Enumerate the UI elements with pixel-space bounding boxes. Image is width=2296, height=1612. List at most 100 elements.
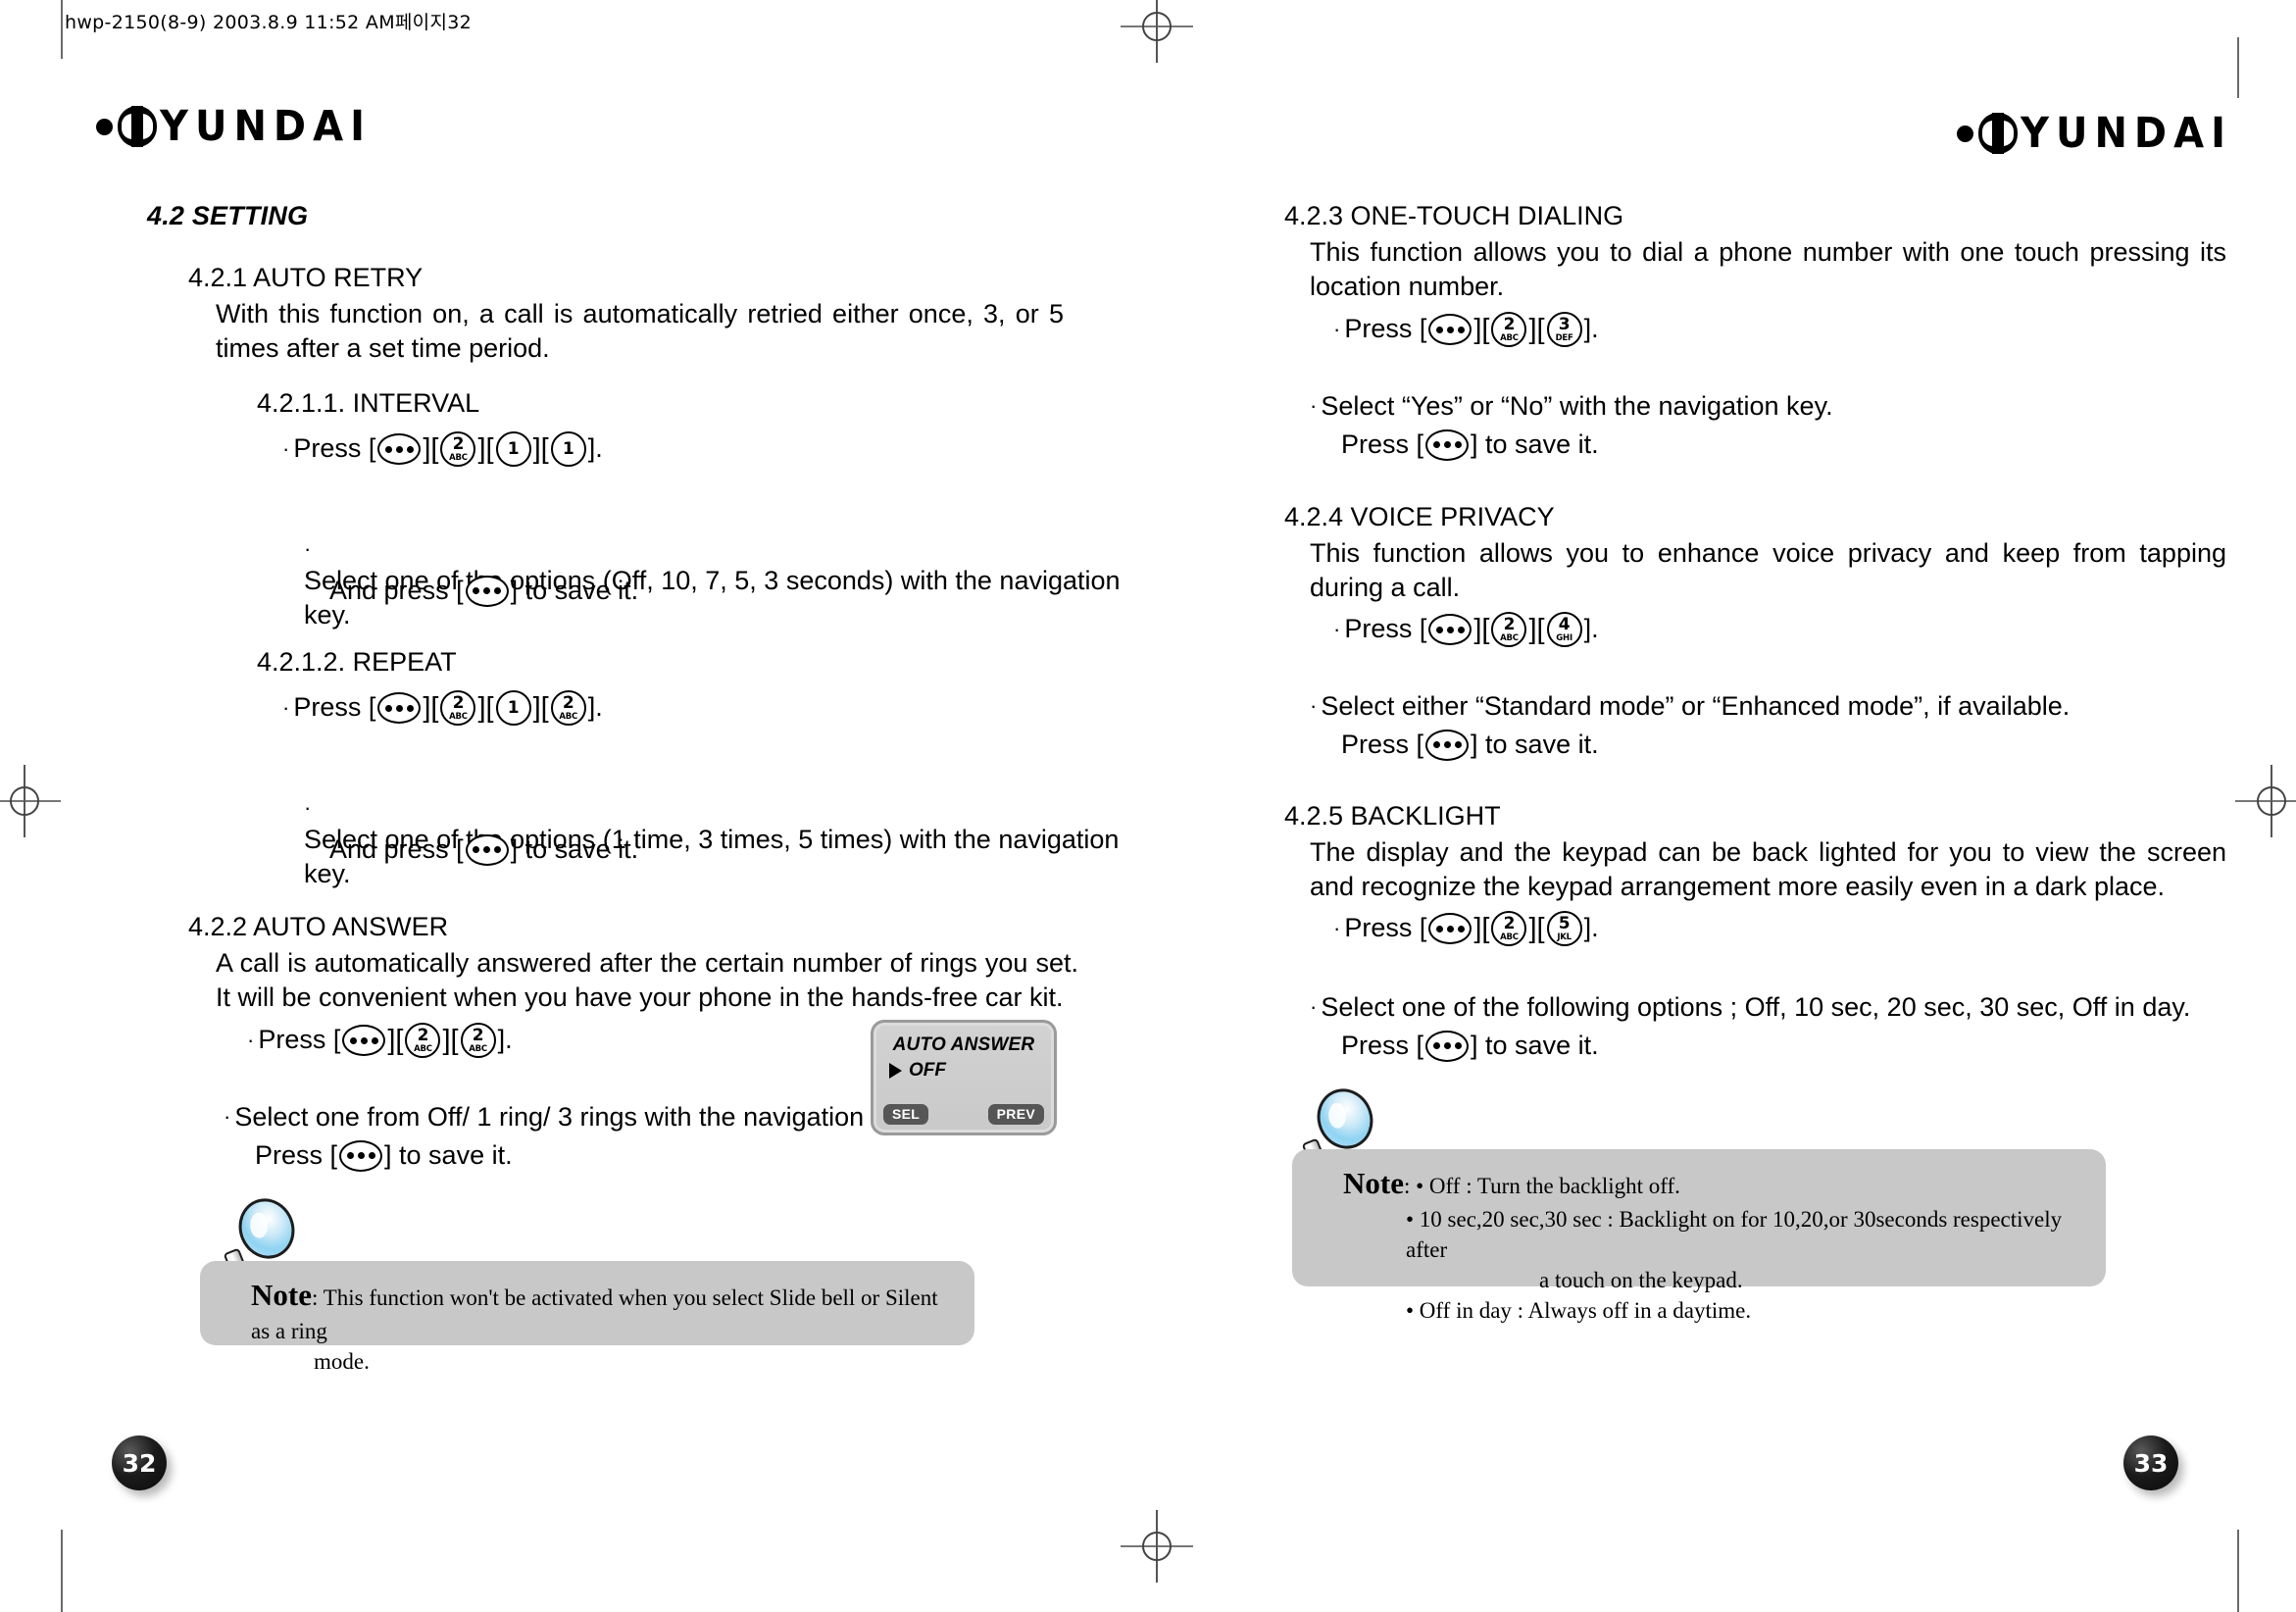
registration-mark-top (1121, 0, 1193, 63)
hyundai-h-emblem-icon (118, 106, 157, 147)
bracket: ][ (1473, 313, 1490, 345)
bullet-dot: · (304, 795, 312, 820)
key-menu-icon (339, 1139, 383, 1172)
key-menu-icon (1428, 614, 1472, 645)
key-menu-icon (1428, 913, 1472, 944)
key-2-icon: 2 ABC (1491, 911, 1527, 946)
lcd-display-auto-answer: AUTO ANSWER OFF SEL PREV (871, 1020, 1057, 1135)
note-box-right: Note: • Off : Turn the backlight off. • … (1292, 1149, 2106, 1323)
logo-dot-icon (96, 118, 113, 135)
select-text: Select “Yes” or “No” with the navigation… (1321, 391, 1833, 421)
softkey-sel[interactable]: SEL (883, 1104, 929, 1125)
step-save-voice-privacy: Press [ ] to save it. (1341, 728, 1599, 762)
note-content: Note: This function won't be activated w… (200, 1261, 974, 1390)
press-label: Press [ (1344, 614, 1427, 644)
select-text: Select either “Standard mode” or “Enhanc… (1321, 691, 2071, 721)
trim-mark-bottom-right (2237, 1530, 2239, 1612)
bullet-dot: · (224, 1104, 231, 1130)
key-1-icon: 1 (495, 431, 531, 467)
note-line-3: a touch on the keypad. (1539, 1267, 1743, 1292)
subheading-interval: 4.2.1.1. INTERVAL (257, 388, 480, 418)
note-box-left: Note: This function won't be activated w… (200, 1261, 974, 1374)
press-suffix: ]. (1583, 614, 1599, 644)
step-save-auto-answer: Press [ ] to save it. (255, 1138, 513, 1173)
softkey-prev[interactable]: PREV (987, 1104, 1044, 1125)
bracket: ][ (442, 1024, 459, 1056)
bullet-dot: · (247, 1027, 255, 1052)
heading-auto-retry: 4.2.1 AUTO RETRY (188, 263, 424, 292)
bullet-dot: · (1310, 393, 1318, 419)
note-line-1: • Off : Turn the backlight off. (1416, 1174, 1680, 1198)
key-5-icon: 5 JKL (1546, 911, 1582, 946)
bracket: ][ (477, 432, 494, 465)
bracket: ][ (1473, 613, 1490, 645)
press-label: Press [ (293, 692, 376, 723)
key-menu-icon (377, 433, 422, 465)
key-menu-icon (377, 692, 422, 724)
lcd-value: OFF (909, 1060, 946, 1081)
key-1-icon: 1 (550, 431, 586, 467)
trim-mark-bottom-left (61, 1530, 63, 1612)
press-label: Press [ (1344, 913, 1427, 943)
note-label: Note (251, 1278, 312, 1312)
step-save-one-touch: Press [ ] to save it. (1341, 428, 1599, 462)
note-colon: : (311, 1285, 319, 1310)
key-2-icon: 2 ABC (440, 690, 476, 726)
step-select-one-touch: · Select “Yes” or “No” with the navigati… (1310, 389, 1833, 424)
logo-wordmark: YUNDAI (2021, 109, 2232, 158)
select-text: Select one of the following options ; Of… (1321, 992, 2191, 1022)
bullet-dot: · (304, 536, 312, 561)
press-suffix: ]. (1583, 314, 1599, 344)
note-label: Note (1343, 1166, 1404, 1200)
bullet-dot: · (282, 694, 290, 720)
registration-mark-left (0, 765, 61, 837)
bracket: ][ (387, 1024, 404, 1056)
body-auto-retry: With this function on, a call is automat… (216, 299, 1064, 363)
key-menu-icon (465, 833, 509, 866)
key-3-icon: 3 DEF (1546, 312, 1582, 347)
bullet-dot: · (1333, 316, 1341, 341)
note-line-2: • 10 sec,20 sec,30 sec : Backlight on fo… (1406, 1206, 2063, 1262)
bracket: ][ (1473, 912, 1490, 944)
step-select-voice-privacy: · Select either “Standard mode” or “Enha… (1310, 689, 2070, 724)
bracket: ][ (1528, 912, 1545, 944)
note-line-4: • Off in day : Always off in a daytime. (1406, 1297, 1752, 1323)
bracket: ][ (423, 432, 439, 465)
key-2-icon: 2 ABC (460, 1023, 496, 1058)
press-label: Press [ (258, 1025, 341, 1055)
body-one-touch-dialing: This function allows you to dial a phone… (1310, 237, 2226, 301)
registration-mark-right (2235, 765, 2296, 837)
save-prefix: Press [ (1341, 730, 1424, 759)
subheading-repeat: 4.2.1.2. REPEAT (257, 647, 457, 677)
select-text: Select one from Off/ 1 ring/ 3 rings wit… (234, 1102, 919, 1132)
save-prefix: Press [ (255, 1140, 338, 1170)
note-line-2: mode. (314, 1348, 370, 1374)
bracket: ][ (423, 691, 439, 724)
heading-auto-answer: 4.2.2 AUTO ANSWER (188, 912, 449, 941)
selection-arrow-icon (889, 1063, 902, 1079)
bullet-dot: · (1333, 915, 1341, 940)
step-save-repeat: And press [ ] to save it. (329, 832, 638, 867)
page-number-left: 32 (112, 1436, 167, 1490)
note-content: Note: • Off : Turn the backlight off. • … (1292, 1149, 2106, 1339)
registration-mark-bottom (1121, 1510, 1193, 1583)
save-suffix: ] to save it. (510, 834, 639, 864)
step-press-one-touch: · Press [ ][ 2 ABC ][ 3 DEF ]. (1333, 312, 1599, 347)
press-suffix: ]. (587, 433, 603, 464)
bracket: ][ (532, 691, 549, 724)
logo-wordmark: YUNDAI (160, 102, 372, 151)
key-menu-icon (342, 1025, 386, 1056)
save-prefix: Press [ (1341, 1031, 1424, 1060)
bracket: ][ (1528, 613, 1545, 645)
page-number-right: 33 (2123, 1436, 2178, 1490)
press-suffix: ]. (587, 692, 603, 723)
body-voice-privacy: This function allows you to enhance voic… (1310, 538, 2226, 602)
trim-mark-top-left (61, 0, 63, 59)
key-menu-icon (1425, 1030, 1470, 1062)
press-suffix: ]. (497, 1025, 513, 1055)
key-2-icon: 2 ABC (1491, 312, 1527, 347)
save-prefix: Press [ (1341, 429, 1424, 459)
bullet-dot: · (1310, 693, 1318, 719)
bracket: ][ (1528, 313, 1545, 345)
bracket: ][ (532, 432, 549, 465)
